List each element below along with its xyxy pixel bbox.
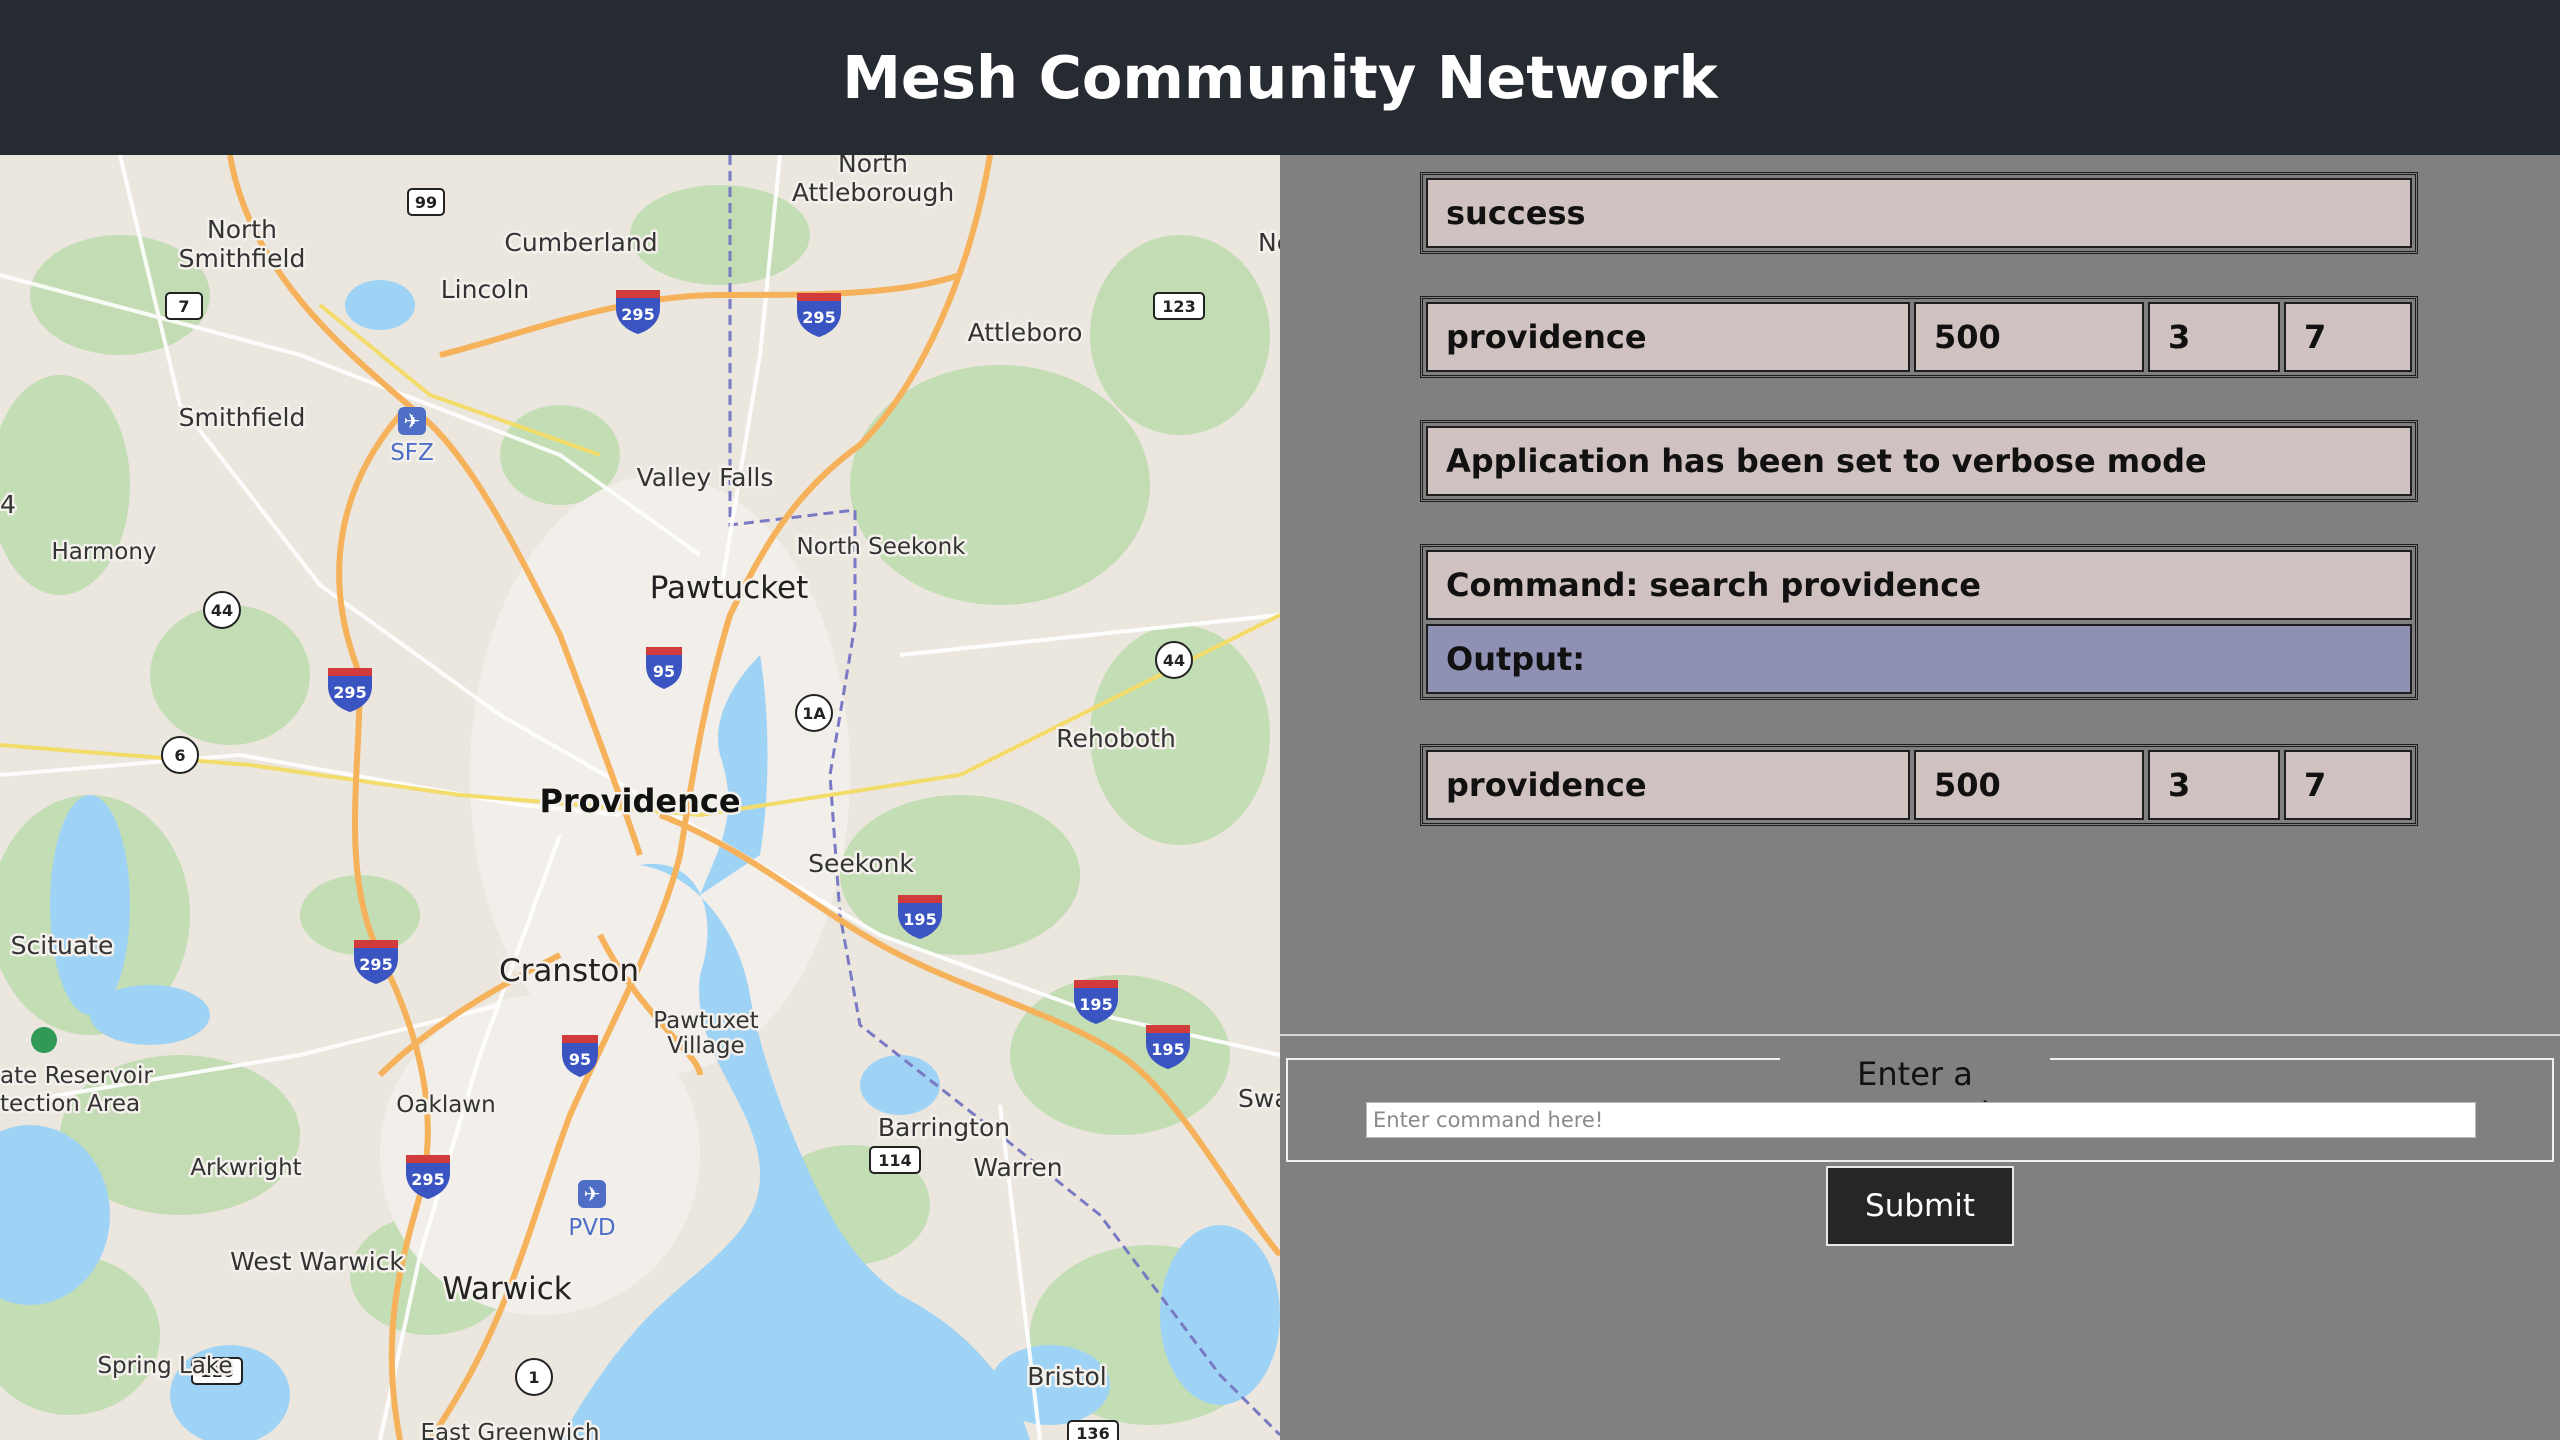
label-edge-ne: Ne [1258,228,1280,257]
label-scituate: Scituate [11,931,114,960]
label-pawtucket: Pawtucket [650,570,809,606]
label-west-warwick: West Warwick [230,1247,404,1276]
rt7-shield: 7 [165,292,203,320]
label-oaklawn: Oaklawn [396,1092,495,1118]
svg-text:1: 1 [528,1368,539,1387]
panel-divider [1280,1034,2560,1036]
result-value-cell: 500 [1914,302,2144,372]
label-barrington: Barrington [878,1113,1010,1142]
us44-shield-east: 44 [1155,641,1193,679]
label-providence: Providence [539,782,740,820]
svg-text:95: 95 [653,662,675,681]
svg-text:195: 195 [1079,995,1112,1014]
label-north-attleborough-2: Attleborough [792,178,954,207]
label-north-attleborough-1: North [838,155,908,178]
label-edge-4: 4 [0,490,16,519]
command-input[interactable] [1366,1102,2476,1138]
message-text: Application has been set to verbose mode [1426,426,2412,496]
output-text: Output: [1426,624,2412,694]
label-pawtuxet-2: Village [667,1033,744,1059]
label-edge-swa: Swa [1238,1084,1280,1113]
svg-text:114: 114 [878,1151,911,1170]
status-box: success [1420,172,2418,254]
rt99-shield: 99 [407,188,445,216]
svg-text:✈: ✈ [404,409,421,433]
command-legend: Enter a command: [1780,1054,2050,1133]
label-north-smithfield-1: North [207,215,277,244]
svg-text:136: 136 [1076,1424,1109,1440]
app-header: Mesh Community Network [0,0,2560,155]
svg-text:195: 195 [1151,1040,1184,1059]
result-row-1: providence 500 3 7 [1420,296,2418,378]
svg-text:✈: ✈ [584,1182,601,1206]
svg-text:295: 295 [333,683,366,702]
label-pvd: PVD [568,1215,615,1241]
page-title: Mesh Community Network [842,43,1718,112]
us44-shield-west: 44 [203,591,241,629]
label-warren: Warren [973,1153,1062,1182]
svg-text:295: 295 [621,305,654,324]
result-value-cell: 3 [2148,302,2280,372]
svg-text:295: 295 [802,308,835,327]
status-text: success [1426,178,2412,248]
label-pawtuxet-1: Pawtuxet [653,1008,758,1034]
svg-text:195: 195 [903,910,936,929]
label-north-seekonk: North Seekonk [796,534,966,560]
label-lincoln: Lincoln [441,275,530,304]
label-bristol: Bristol [1027,1362,1106,1391]
label-harmony: Harmony [51,539,156,565]
label-cumberland: Cumberland [504,228,657,257]
svg-text:99: 99 [415,193,437,212]
svg-text:44: 44 [1163,651,1185,670]
rt114-shield: 114 [869,1146,921,1174]
result-value-cell: 7 [2284,750,2412,820]
command-text: Command: search providence [1426,550,2412,620]
label-attleboro: Attleboro [968,318,1083,347]
command-output-box: Command: search providence Output: [1420,544,2418,700]
label-reservoir-2: tection Area [0,1091,140,1117]
rt136-shield: 136 [1067,1420,1119,1440]
label-north-smithfield-2: Smithfield [179,244,306,273]
rt1a-shield: 1A [795,694,833,732]
label-seekonk: Seekonk [808,849,914,878]
label-cranston: Cranston [499,953,639,989]
result-value-cell: 500 [1914,750,2144,820]
map-view[interactable]: ✈ ✈ 295 295 295 295 295 95 95 195 195 19… [0,155,1280,1440]
airport-icon-pvd: ✈ [578,1180,606,1208]
result-name-cell: providence [1426,302,1910,372]
label-east-greenwich: East Greenwich [420,1420,599,1440]
label-smithfield: Smithfield [179,403,306,432]
result-name-cell: providence [1426,750,1910,820]
svg-text:123: 123 [1162,297,1195,316]
submit-button[interactable]: Submit [1826,1166,2014,1246]
message-box: Application has been set to verbose mode [1420,420,2418,502]
svg-text:295: 295 [359,955,392,974]
svg-text:44: 44 [211,601,233,620]
svg-text:295: 295 [411,1170,444,1189]
result-value-cell: 3 [2148,750,2280,820]
park-icon [31,1027,57,1053]
label-reservoir-1: ate Reservoir [0,1063,153,1089]
us1-shield: 1 [515,1358,553,1396]
label-sfz: SFZ [390,440,434,466]
label-rehoboth: Rehoboth [1056,724,1176,753]
svg-text:6: 6 [174,746,185,765]
label-spring-lake: Spring Lake [97,1353,232,1379]
airport-icon-sfz: ✈ [398,407,426,435]
label-arkwright: Arkwright [190,1155,301,1181]
result-row-2: providence 500 3 7 [1420,744,2418,826]
us6-shield: 6 [161,736,199,774]
label-warwick: Warwick [442,1271,571,1307]
result-value-cell: 7 [2284,302,2412,372]
svg-text:1A: 1A [802,704,826,723]
svg-text:7: 7 [178,297,189,316]
label-valley-falls: Valley Falls [637,463,774,492]
svg-text:95: 95 [569,1050,591,1069]
rt123-shield: 123 [1153,292,1205,320]
